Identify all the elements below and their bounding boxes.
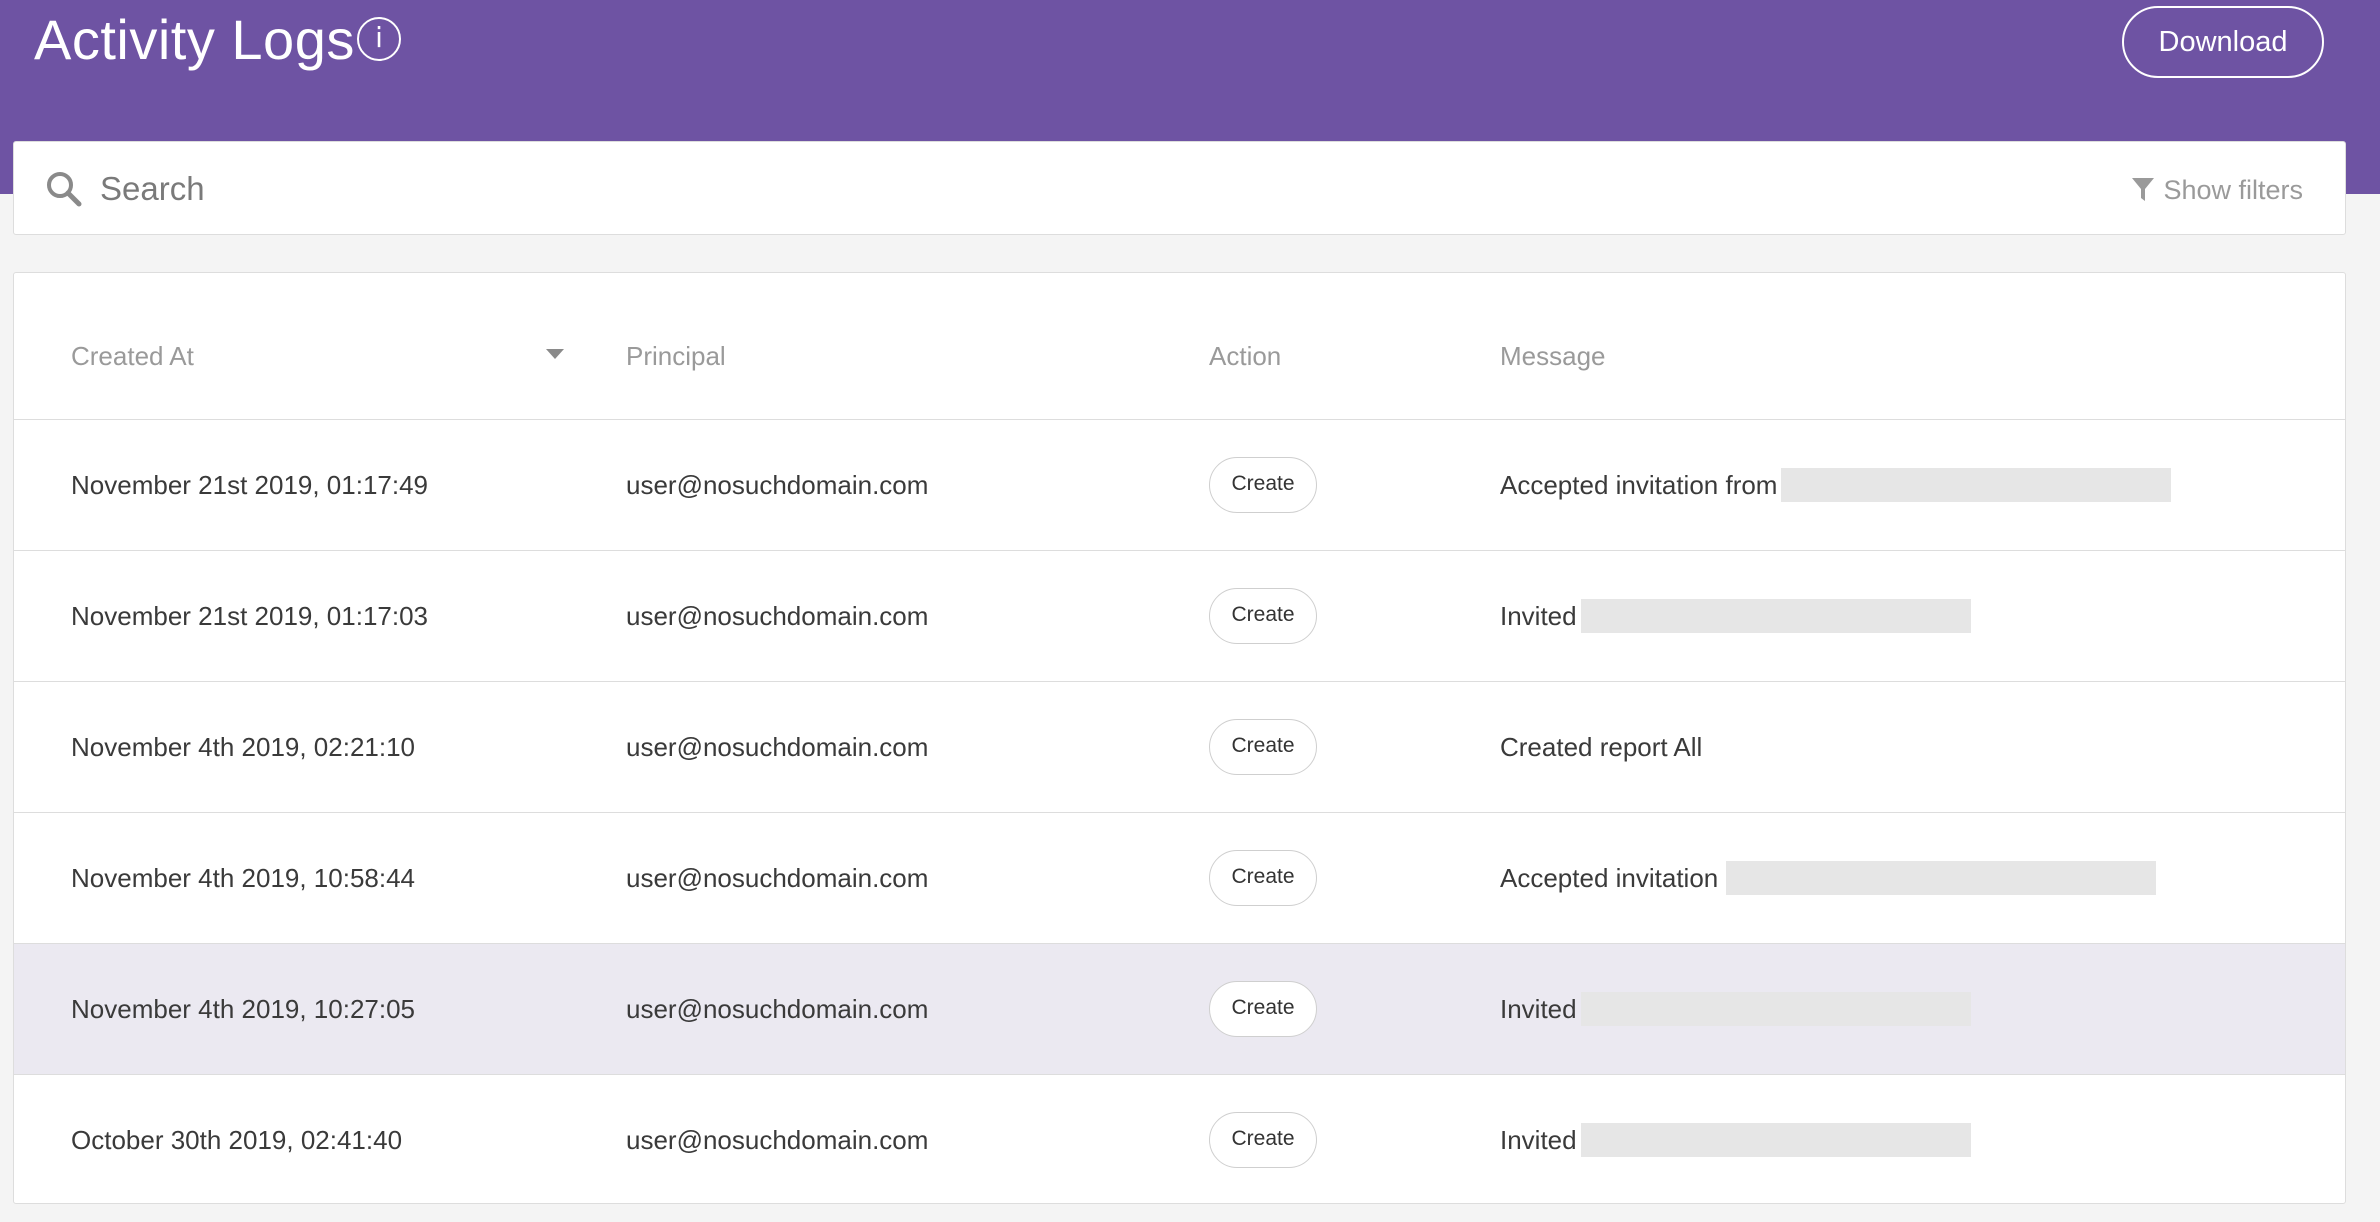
principal-cell: user@nosuchdomain.com	[626, 470, 929, 500]
filter-icon	[2132, 178, 2155, 201]
message-text: Invited	[1500, 993, 1577, 1024]
column-header-principal[interactable]: Principal	[626, 339, 726, 373]
message-text: Invited	[1500, 1124, 1577, 1155]
message-cell: Accepted invitation	[1500, 861, 2157, 895]
search-input[interactable]	[100, 160, 2000, 218]
principal-cell: user@nosuchdomain.com	[626, 601, 929, 631]
created-at-cell: November 4th 2019, 10:27:05	[71, 994, 416, 1024]
created-at-cell: November 4th 2019, 10:58:44	[71, 863, 416, 893]
table-row[interactable]: November 4th 2019, 10:27:05 user@nosuchd…	[14, 944, 2345, 1075]
message-cell: Invited	[1500, 992, 1971, 1026]
show-filters-label: Show filters	[2163, 174, 2303, 205]
download-button[interactable]: Download	[2122, 6, 2324, 78]
created-at-cell: November 21st 2019, 01:17:03	[71, 601, 429, 631]
principal-cell: user@nosuchdomain.com	[626, 1125, 929, 1155]
action-badge[interactable]: Create	[1209, 850, 1317, 906]
table-row[interactable]: November 4th 2019, 10:58:44 user@nosuchd…	[14, 813, 2345, 944]
column-header-created-at[interactable]: Created At	[71, 339, 194, 373]
message-cell: Accepted invitation from	[1500, 468, 2172, 502]
action-badge[interactable]: Create	[1209, 457, 1317, 513]
show-filters-button[interactable]: Show filters	[2131, 170, 2303, 210]
info-icon[interactable]: i	[357, 17, 401, 61]
action-badge[interactable]: Create	[1209, 719, 1317, 775]
redacted-value	[1580, 1123, 1971, 1157]
column-header-action[interactable]: Action	[1209, 339, 1281, 373]
principal-cell: user@nosuchdomain.com	[626, 732, 929, 762]
created-at-cell: November 21st 2019, 01:17:49	[71, 470, 429, 500]
redacted-value	[1726, 861, 2157, 895]
created-at-cell: October 30th 2019, 02:41:40	[71, 1125, 403, 1155]
table-row[interactable]: October 30th 2019, 02:41:40 user@nosuchd…	[14, 1075, 2345, 1206]
message-text: Accepted invitation from	[1500, 469, 1778, 500]
message-cell: Invited	[1500, 1123, 1971, 1157]
activity-log-table: Created At Principal Action Message Nove…	[13, 272, 2346, 1204]
redacted-value	[1580, 599, 1971, 633]
principal-cell: user@nosuchdomain.com	[626, 994, 929, 1024]
table-row[interactable]: November 21st 2019, 01:17:03 user@nosuch…	[14, 551, 2345, 682]
message-text: Invited	[1500, 600, 1577, 631]
table-row[interactable]: November 4th 2019, 02:21:10 user@nosuchd…	[14, 682, 2345, 813]
created-at-cell: November 4th 2019, 02:21:10	[71, 732, 416, 762]
message-text: Accepted invitation	[1500, 862, 1719, 893]
action-badge[interactable]: Create	[1209, 981, 1317, 1037]
redacted-value	[1580, 992, 1971, 1026]
message-cell: Created report All	[1500, 730, 1702, 764]
sort-descending-icon[interactable]	[546, 349, 564, 359]
message-cell: Invited	[1500, 599, 1971, 633]
table-row[interactable]: November 21st 2019, 01:17:49 user@nosuch…	[14, 420, 2345, 551]
search-icon	[47, 172, 82, 207]
action-badge[interactable]: Create	[1209, 1112, 1317, 1168]
redacted-value	[1781, 468, 2172, 502]
table-header: Created At Principal Action Message	[14, 273, 2345, 420]
message-text: Created report All	[1500, 731, 1703, 762]
page-title: Activity Logs	[34, 8, 355, 71]
search-bar: Show filters	[13, 141, 2346, 235]
action-badge[interactable]: Create	[1209, 588, 1317, 644]
principal-cell: user@nosuchdomain.com	[626, 863, 929, 893]
column-header-message[interactable]: Message	[1500, 339, 1606, 373]
